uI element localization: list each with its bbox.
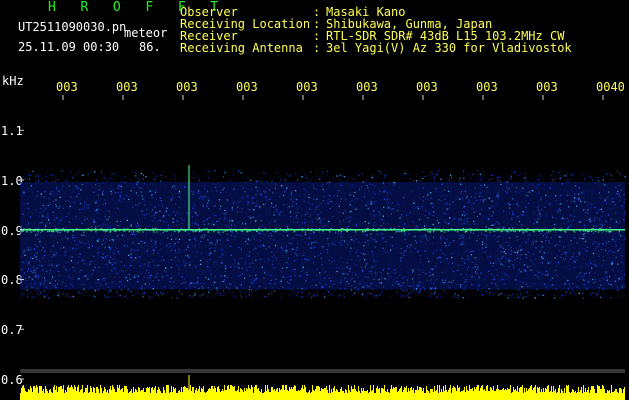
amplitude-strip: [20, 369, 625, 400]
noise-background: [20, 182, 625, 290]
waterfall-spectrogram: [20, 95, 627, 400]
spectrogram-screen: H R O F F T UT2511090030.pn meteor 25.11…: [0, 0, 629, 400]
noise-layer: [20, 170, 627, 299]
